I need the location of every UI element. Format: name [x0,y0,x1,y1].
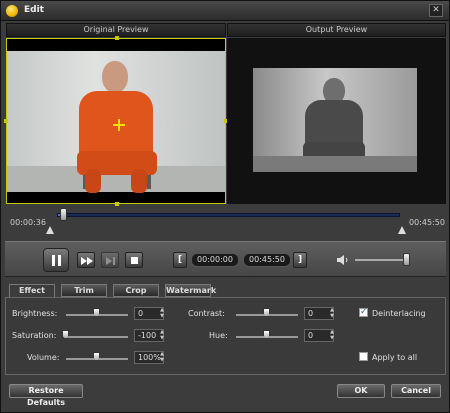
fast-forward-button[interactable] [77,252,95,268]
brightness-label: Brightness: [12,309,58,318]
close-button[interactable]: ✕ [429,4,443,17]
pause-button[interactable] [43,248,69,272]
fast-forward-icon [81,257,93,265]
effect-panel: Brightness: 0 ▲ ▼ Saturation: -100 ▲ ▼ Vol… [5,297,446,375]
tab-effect[interactable]: Effect [9,284,55,298]
speaker-icon[interactable] [337,255,349,265]
output-video-frame [253,68,417,172]
brightness-spinner[interactable]: ▲ ▼ [158,307,166,320]
window-title: Edit [24,5,44,15]
mark-out-icon: ] [297,255,303,265]
trim-start-marker[interactable] [46,226,54,234]
deinterlacing-label: Deinterlacing [372,309,426,318]
original-preview[interactable] [4,36,228,206]
volume-track[interactable] [355,259,409,261]
total-time: 00:45:50 [409,218,445,227]
edit-window: Edit ✕ Original Preview Output Preview 0… [0,0,450,413]
next-frame-icon [106,257,115,265]
ok-button[interactable]: OK [337,384,385,398]
cancel-button[interactable]: Cancel [391,384,441,398]
clip-start-time[interactable]: 00:00:00 [191,253,239,267]
volume-slider-knob[interactable] [402,253,410,266]
timeline-playhead[interactable] [59,208,67,221]
title-bar[interactable]: Edit ✕ [1,1,449,21]
deinterlacing-checkbox[interactable] [359,307,368,317]
volume-spinner[interactable]: ▲ ▼ [158,351,166,364]
output-preview-header: Output Preview [227,23,446,37]
tab-watermark[interactable]: Watermark [165,284,216,297]
volume-label: Volume: [27,353,60,362]
saturation-spinner[interactable]: ▲ ▼ [158,329,166,342]
apply-to-all-checkbox[interactable] [359,352,368,361]
restore-defaults-button[interactable]: Restore Defaults [9,384,83,407]
next-frame-button[interactable] [101,252,119,268]
contrast-spinner[interactable]: ▲ ▼ [328,307,336,320]
current-time: 00:00:36 [10,218,46,227]
saturation-label: Saturation: [12,331,57,340]
stop-button[interactable] [125,252,143,268]
crop-center-crosshair[interactable] [113,119,125,131]
hue-label: Hue: [209,331,228,340]
clip-end-time[interactable]: 00:45:50 [243,253,291,267]
stop-icon [131,257,138,264]
tab-trim[interactable]: Trim [61,284,107,297]
contrast-label: Contrast: [188,309,225,318]
output-preview [227,38,446,204]
mark-in-icon: [ [177,255,183,265]
saturation-track[interactable] [66,336,128,338]
trim-end-marker[interactable] [398,226,406,234]
pause-icon [52,255,55,266]
timeline-track[interactable] [57,213,400,217]
hue-spinner[interactable]: ▲ ▼ [328,329,336,342]
original-preview-header: Original Preview [6,23,226,37]
app-icon [6,5,18,17]
crop-handle-top[interactable] [115,36,119,40]
mark-in-button[interactable]: [ [173,252,187,268]
apply-to-all-label: Apply to all [372,353,418,362]
crop-handle-bottom[interactable] [115,202,119,206]
mark-out-button[interactable]: ] [293,252,307,268]
crop-handle-left[interactable] [4,119,8,123]
tab-crop[interactable]: Crop [113,284,159,297]
playback-control-bar: [ 00:00:00 00:45:50 ] [5,241,446,277]
